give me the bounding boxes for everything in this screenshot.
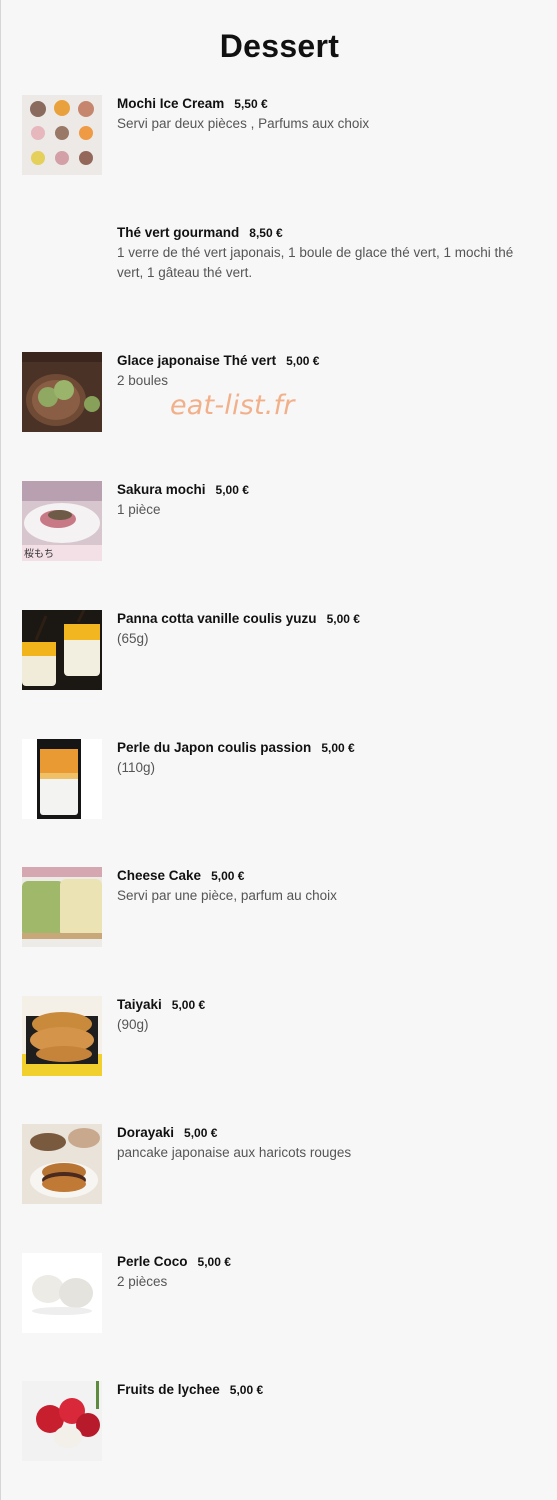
menu-item[interactable]: Dorayaki 5,00 € pancake japonaise aux har… bbox=[1, 1124, 557, 1224]
perle-du-japon-image bbox=[22, 739, 102, 819]
menu-page: Dessert Mochi Ice Cream 5,50 € Servi par … bbox=[0, 0, 557, 1500]
cheese-cake-image bbox=[22, 867, 102, 947]
perle-coco-image bbox=[22, 1253, 102, 1333]
item-price: 5,00 € bbox=[211, 869, 245, 883]
item-name: Cheese Cake bbox=[117, 868, 202, 883]
item-name: Fruits de lychee bbox=[117, 1382, 220, 1397]
item-name: Taiyaki bbox=[117, 997, 162, 1012]
item-name: Panna cotta vanille coulis yuzu bbox=[117, 611, 317, 626]
item-price: 5,00 € bbox=[321, 741, 355, 755]
item-description: 1 verre de thé vert japonais, 1 boule de… bbox=[117, 245, 514, 280]
item-description: 1 pièce bbox=[117, 502, 161, 517]
item-description: (110g) bbox=[117, 760, 156, 775]
item-description: 2 boules bbox=[117, 373, 169, 388]
menu-item[interactable]: Perle du Japon coulis passion 5,00 € (110… bbox=[1, 739, 557, 839]
sakura-mochi-image: 桜もち bbox=[22, 481, 102, 561]
item-price: 5,00 € bbox=[215, 483, 249, 497]
item-description: pancake japonaise aux haricots rouges bbox=[117, 1145, 352, 1160]
item-name: Perle Coco bbox=[117, 1254, 188, 1269]
item-name: Mochi Ice Cream bbox=[117, 96, 225, 111]
page-title: Dessert bbox=[219, 28, 340, 64]
lychee-image bbox=[22, 1381, 102, 1461]
item-name: Glace japonaise Thé vert bbox=[117, 353, 277, 368]
item-price: 5,00 € bbox=[171, 998, 206, 1012]
taiyaki-image bbox=[22, 996, 102, 1076]
item-price: 5,00 € bbox=[229, 1383, 264, 1397]
menu-item[interactable]: Panna cotta vanille coulis yuzu 5,00 € (6… bbox=[1, 610, 557, 710]
menu-item[interactable]: Fruits de lychee 5,00 € bbox=[1, 1381, 557, 1481]
item-price: 5,50 € bbox=[234, 97, 268, 111]
item-name: Thé vert gourmand bbox=[117, 225, 240, 240]
item-price: 5,00 € bbox=[184, 1126, 218, 1140]
sakura-label: 桜もち bbox=[24, 547, 54, 560]
item-price: 5,00 € bbox=[286, 354, 320, 368]
panna-cotta-image bbox=[22, 610, 102, 690]
dorayaki-image bbox=[22, 1124, 102, 1204]
item-description: (65g) bbox=[117, 631, 149, 646]
item-name: Dorayaki bbox=[117, 1125, 175, 1140]
item-price: 5,00 € bbox=[197, 1255, 231, 1269]
watermark: eat-list.fr bbox=[170, 390, 295, 421]
menu-item[interactable]: 桜もち Sakura mochi 5,00 € 1 pièce bbox=[1, 481, 557, 581]
item-description: Servi par une pièce, parfum au choix bbox=[117, 888, 337, 903]
item-description: Servi par deux pièces , Parfums aux choi… bbox=[117, 116, 370, 131]
mochi-ice-cream-image bbox=[22, 95, 102, 175]
green-tea-ice-cream-image bbox=[22, 352, 102, 432]
item-description: (90g) bbox=[117, 1017, 149, 1032]
menu-item[interactable]: Mochi Ice Cream 5,50 € Servi par deux piè… bbox=[1, 95, 557, 195]
item-description: 2 pièces bbox=[117, 1274, 168, 1289]
item-price: 8,50 € bbox=[249, 226, 283, 240]
menu-item[interactable]: Cheese Cake 5,00 € Servi par une pièce, p… bbox=[1, 867, 557, 967]
item-name: Sakura mochi bbox=[117, 482, 206, 497]
menu-item[interactable]: Thé vert gourmand 8,50 € 1 verre de thé v… bbox=[1, 224, 557, 324]
menu-item[interactable]: Perle Coco 5,00 € 2 pièces bbox=[1, 1253, 557, 1353]
item-name: Perle du Japon coulis passion bbox=[117, 740, 312, 755]
menu-item[interactable]: Taiyaki 5,00 € (90g) bbox=[1, 996, 557, 1096]
item-price: 5,00 € bbox=[326, 612, 360, 626]
